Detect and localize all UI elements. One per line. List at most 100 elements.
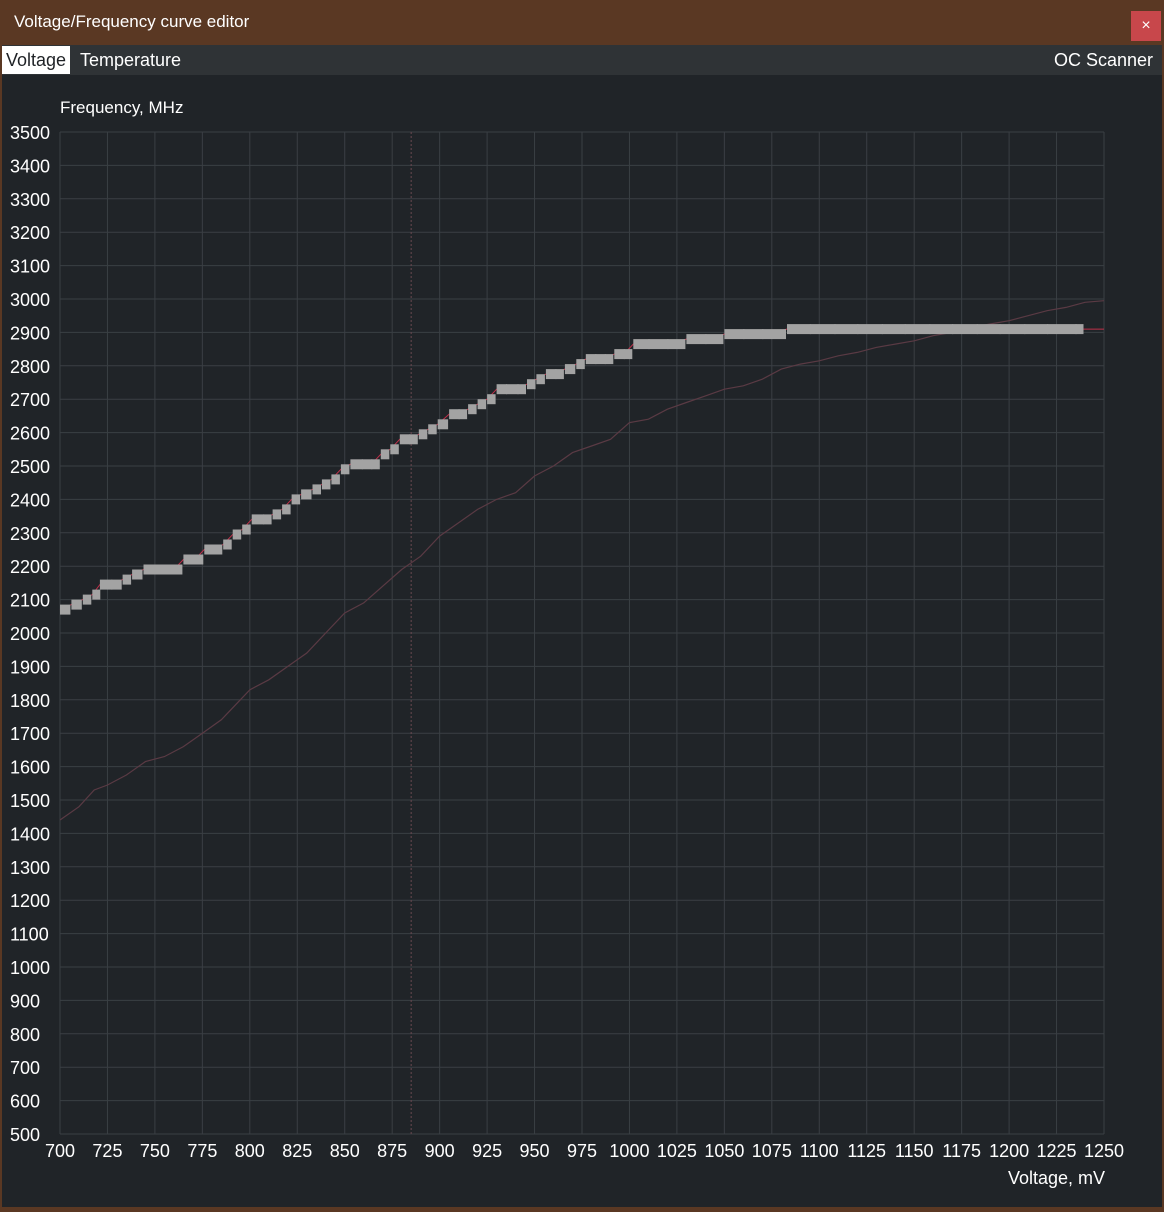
curve-point-handle[interactable] [361,459,373,470]
curve-point-handle[interactable] [787,324,811,335]
x-tick-label: 1125 [847,1141,886,1161]
curve-point-handle[interactable] [251,514,265,525]
curve-point-handle[interactable] [312,484,322,495]
title-bar[interactable]: Voltage/Frequency curve editor × [0,0,1164,44]
y-tick-label: 1700 [10,724,50,744]
close-button[interactable]: × [1131,11,1161,41]
curve-point-handle[interactable] [1075,324,1084,335]
vf-curve-points[interactable] [60,324,1084,615]
curve-point-handle[interactable] [952,324,978,335]
curve-point-handle[interactable] [705,334,724,345]
curve-point-handle[interactable] [743,329,764,340]
curve-point-handle[interactable] [71,599,82,610]
curve-point-handle[interactable] [834,324,859,335]
curve-point-handle[interactable] [487,394,496,405]
curve-point-handle[interactable] [496,384,508,395]
curve-point-handle[interactable] [153,564,164,575]
curve-point-handle[interactable] [232,529,242,540]
curve-point-handle[interactable] [213,544,223,555]
curve-point-handle[interactable] [614,349,625,360]
curve-point-handle[interactable] [517,384,527,395]
x-tick-label: 900 [425,1141,455,1161]
curve-point-handle[interactable] [1024,324,1049,335]
y-tick-label: 600 [10,1092,40,1112]
x-tick-label: 1000 [609,1141,649,1161]
curve-point-handle[interactable] [449,409,460,420]
curve-point-handle[interactable] [409,434,418,445]
curve-point-handle[interactable] [477,399,487,410]
curve-point-handle[interactable] [667,339,686,350]
curve-point-handle[interactable] [545,369,557,380]
curve-point-handle[interactable] [686,334,707,345]
y-tick-label: 2100 [10,591,50,611]
curve-point-handle[interactable] [564,364,576,375]
curve-point-handle[interactable] [204,544,215,555]
curve-point-handle[interactable] [428,424,437,435]
curve-point-handle[interactable] [291,494,301,505]
curve-point-handle[interactable] [331,474,340,485]
curve-point-handle[interactable] [604,354,614,365]
curve-point-handle[interactable] [194,554,204,565]
grid-lines [59,131,1105,1135]
curve-point-handle[interactable] [162,564,175,575]
curve-point-handle[interactable] [576,359,585,370]
curve-point-handle[interactable] [633,339,650,350]
curve-point-handle[interactable] [585,354,597,365]
curve-point-handle[interactable] [1047,324,1077,335]
curve-point-handle[interactable] [857,324,883,335]
curve-point-handle[interactable] [623,349,633,360]
curve-point-handle[interactable] [92,589,101,600]
curve-point-handle[interactable] [301,489,312,500]
oc-scanner-button[interactable]: OC Scanner [1050,46,1157,74]
curve-point-handle[interactable] [143,564,155,575]
curve-point-handle[interactable] [111,579,122,590]
curve-point-handle[interactable] [173,564,183,575]
x-tick-label: 1150 [895,1141,934,1161]
curve-point-handle[interactable] [595,354,606,365]
curve-point-handle[interactable] [555,369,564,380]
x-tick-label: 1175 [942,1141,981,1161]
curve-point-handle[interactable] [272,509,282,520]
curve-point-handle[interactable] [223,539,232,550]
curve-point-handle[interactable] [321,479,331,490]
curve-point-handle[interactable] [506,384,519,395]
curve-point-handle[interactable] [282,504,291,515]
curve-point-handle[interactable] [929,324,954,335]
curve-point-handle[interactable] [390,444,399,455]
curve-point-handle[interactable] [399,434,411,445]
curve-point-handle[interactable] [380,449,390,460]
curve-point-handle[interactable] [527,379,536,390]
curve-point-handle[interactable] [809,324,836,335]
curve-point-handle[interactable] [60,604,71,615]
curve-point-handle[interactable] [999,324,1026,335]
curve-point-handle[interactable] [340,464,350,475]
curve-point-handle[interactable] [132,569,143,580]
y-tick-label: 3100 [10,257,50,277]
curve-point-handle[interactable] [468,404,477,415]
curve-point-handle[interactable] [724,329,745,340]
curve-point-handle[interactable] [648,339,669,350]
curve-point-handle[interactable] [904,324,931,335]
curve-point-handle[interactable] [458,409,468,420]
curve-point-handle[interactable] [881,324,906,335]
y-tick-label: 3300 [10,190,50,210]
curve-point-handle[interactable] [99,579,113,590]
curve-point-handle[interactable] [122,574,132,585]
curve-point-handle[interactable] [437,419,449,430]
curve-point-handle[interactable] [183,554,196,565]
tab-voltage[interactable]: Voltage [2,46,71,74]
curve-point-handle[interactable] [242,524,251,535]
curve-point-handle[interactable] [418,429,428,440]
y-tick-label: 900 [10,991,40,1011]
curve-point-handle[interactable] [976,324,1001,335]
tab-temperature[interactable]: Temperature [76,46,185,74]
vf-curve-chart[interactable]: 3500 3400 3300 3200 3100 3000 2900 2800 2700 2600… [2,75,1162,1207]
x-tick-label: 1225 [1037,1141,1077,1161]
x-tick-label: 950 [520,1141,550,1161]
curve-point-handle[interactable] [263,514,272,525]
curve-point-handle[interactable] [82,594,92,605]
curve-point-handle[interactable] [536,374,545,385]
curve-point-handle[interactable] [371,459,380,470]
curve-point-handle[interactable] [350,459,363,470]
curve-point-handle[interactable] [762,329,786,340]
